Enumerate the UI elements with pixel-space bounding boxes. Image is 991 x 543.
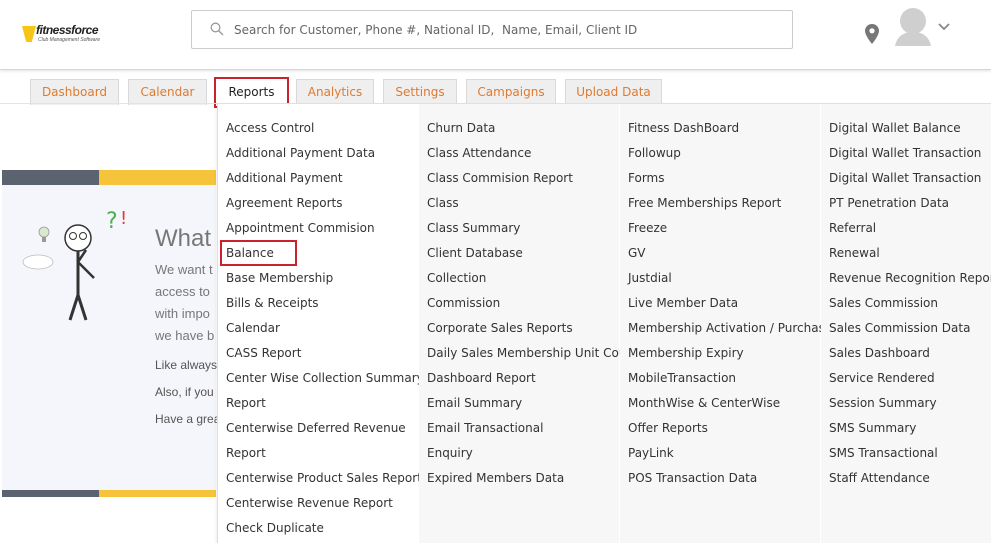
top-header: fitnessforce Club Management Software	[0, 0, 991, 70]
report-menu-item[interactable]: Centerwise Product Sales Report	[226, 466, 424, 491]
report-menu-item[interactable]: Digital Wallet Balance	[829, 116, 991, 141]
report-menu-item[interactable]: Freeze	[628, 216, 832, 241]
report-menu-item[interactable]: Sales Dashboard	[829, 341, 991, 366]
report-menu-item[interactable]: Sales Commission Data	[829, 316, 991, 341]
report-menu-item[interactable]: PayLink	[628, 441, 832, 466]
report-menu-item[interactable]: Membership Expiry	[628, 341, 832, 366]
welcome-note: Have a grea	[155, 412, 221, 426]
report-menu-item[interactable]: Additional Payment	[226, 166, 424, 191]
svg-text:?: ?	[106, 209, 118, 234]
welcome-line: We want t	[155, 262, 213, 277]
report-menu-item[interactable]: Forms	[628, 166, 832, 191]
welcome-bottom-bar	[2, 490, 216, 497]
report-menu-item[interactable]: Staff Attendance	[829, 466, 991, 491]
report-menu-item[interactable]: Followup	[628, 141, 832, 166]
report-menu-item[interactable]: Bills & Receipts	[226, 291, 424, 316]
reports-column-2: Churn Data Class Attendance Class Commisio…	[419, 104, 639, 543]
report-menu-item[interactable]: Enquiry	[427, 441, 639, 466]
report-menu-item[interactable]: Justdial	[628, 266, 832, 291]
reports-column-3: Fitness DashBoard Followup Forms Free Membe…	[620, 104, 832, 543]
welcome-line: with impo	[155, 306, 210, 321]
report-menu-item[interactable]: POS Transaction Data	[628, 466, 832, 491]
report-menu-item[interactable]: SMS Summary	[829, 416, 991, 441]
reports-column-4: Digital Wallet Balance Digital Wallet Tra…	[821, 104, 991, 543]
welcome-line: access to	[155, 284, 210, 299]
report-menu-item[interactable]: SMS Transactional	[829, 441, 991, 466]
reports-column-1: Access Control Additional Payment Data Add…	[218, 104, 424, 543]
report-menu-item[interactable]: Free Memberships Report	[628, 191, 832, 216]
report-menu-item[interactable]: Expired Members Data	[427, 466, 639, 491]
report-menu-item[interactable]: Class Attendance	[427, 141, 639, 166]
report-menu-item[interactable]: Offer Reports	[628, 416, 832, 441]
welcome-line: we have b	[155, 328, 215, 343]
tab-dashboard[interactable]: Dashboard	[30, 79, 119, 105]
report-menu-item[interactable]: Report	[226, 391, 424, 416]
report-menu-item[interactable]: Collection	[427, 266, 639, 291]
report-menu-item[interactable]: Digital Wallet Transaction	[829, 141, 991, 166]
report-menu-item[interactable]: Referral	[829, 216, 991, 241]
report-menu-item[interactable]: Check Duplicate	[226, 516, 424, 541]
report-menu-item[interactable]: Class Commision Report	[427, 166, 639, 191]
report-menu-item[interactable]: CASS Report	[226, 341, 424, 366]
report-menu-item[interactable]: Fitness DashBoard	[628, 116, 832, 141]
brand-logo[interactable]: fitnessforce Club Management Software	[22, 23, 102, 46]
welcome-note: Like always	[155, 358, 218, 372]
report-menu-item[interactable]: Centerwise Revenue Report	[226, 491, 424, 516]
tab-calendar[interactable]: Calendar	[128, 79, 207, 105]
report-menu-item[interactable]: MonthWise & CenterWise	[628, 391, 832, 416]
report-menu-item[interactable]: Dashboard Report	[427, 366, 639, 391]
report-menu-item[interactable]: Service Rendered	[829, 366, 991, 391]
report-menu-item[interactable]: Additional Payment Data	[226, 141, 424, 166]
reports-dropdown-menu: Access Control Additional Payment Data Add…	[217, 104, 991, 543]
search-input[interactable]	[232, 17, 776, 43]
brand-name: fitnessforce	[36, 23, 99, 37]
report-menu-item[interactable]: MobileTransaction	[628, 366, 832, 391]
report-menu-item[interactable]: Class Summary	[427, 216, 639, 241]
avatar[interactable]	[893, 6, 933, 46]
report-menu-item[interactable]: Agreement Reports	[226, 191, 424, 216]
report-menu-item[interactable]: Centerwise Deferred Revenue	[226, 416, 424, 441]
report-menu-item[interactable]: Access Control	[226, 116, 424, 141]
tab-upload-data[interactable]: Upload Data	[565, 79, 662, 105]
welcome-note: Also, if you	[155, 385, 214, 399]
welcome-heading: What	[155, 225, 212, 252]
chevron-down-icon[interactable]	[937, 22, 951, 32]
logo-mark-icon	[22, 26, 36, 42]
search-icon	[210, 22, 224, 36]
report-menu-item[interactable]: Live Member Data	[628, 291, 832, 316]
report-menu-item[interactable]: Churn Data	[427, 116, 639, 141]
report-menu-item[interactable]: Sales Commission	[829, 291, 991, 316]
report-menu-item[interactable]: Report	[226, 441, 424, 466]
thinking-figure-illustration: ? !	[22, 208, 127, 321]
tab-campaigns[interactable]: Campaigns	[466, 79, 556, 105]
report-menu-item[interactable]: Renewal	[829, 241, 991, 266]
svg-text:!: !	[120, 208, 127, 229]
report-menu-item[interactable]: Digital Wallet Transaction	[829, 166, 991, 191]
report-menu-item[interactable]: Corporate Sales Reports	[427, 316, 639, 341]
tab-analytics[interactable]: Analytics	[296, 79, 374, 105]
welcome-top-bar	[2, 170, 216, 185]
balance-highlight-box	[220, 240, 297, 266]
report-menu-item[interactable]: Email Transactional	[427, 416, 639, 441]
report-menu-item[interactable]: PT Penetration Data	[829, 191, 991, 216]
report-menu-item[interactable]: Base Membership	[226, 266, 424, 291]
report-menu-item[interactable]: Client Database	[427, 241, 639, 266]
report-menu-item[interactable]: Daily Sales Membership Unit Count	[427, 341, 639, 366]
report-menu-item[interactable]: Membership Activation / Purchase	[628, 316, 832, 341]
report-menu-item[interactable]: Class	[427, 191, 639, 216]
report-menu-item[interactable]: Center Wise Collection Summary	[226, 366, 424, 391]
report-menu-item[interactable]: Session Summary	[829, 391, 991, 416]
tab-settings[interactable]: Settings	[383, 79, 457, 105]
report-menu-item[interactable]: Revenue Recognition Report	[829, 266, 991, 291]
brand-tagline: Club Management Software	[38, 37, 100, 43]
search-box[interactable]	[191, 10, 793, 49]
report-menu-item[interactable]: Commission	[427, 291, 639, 316]
report-menu-item[interactable]: Calendar	[226, 316, 424, 341]
report-menu-item[interactable]: GV	[628, 241, 832, 266]
report-menu-item[interactable]: Email Summary	[427, 391, 639, 416]
report-menu-item[interactable]: Appointment Commision	[226, 216, 424, 241]
location-pin-icon[interactable]	[865, 24, 879, 44]
